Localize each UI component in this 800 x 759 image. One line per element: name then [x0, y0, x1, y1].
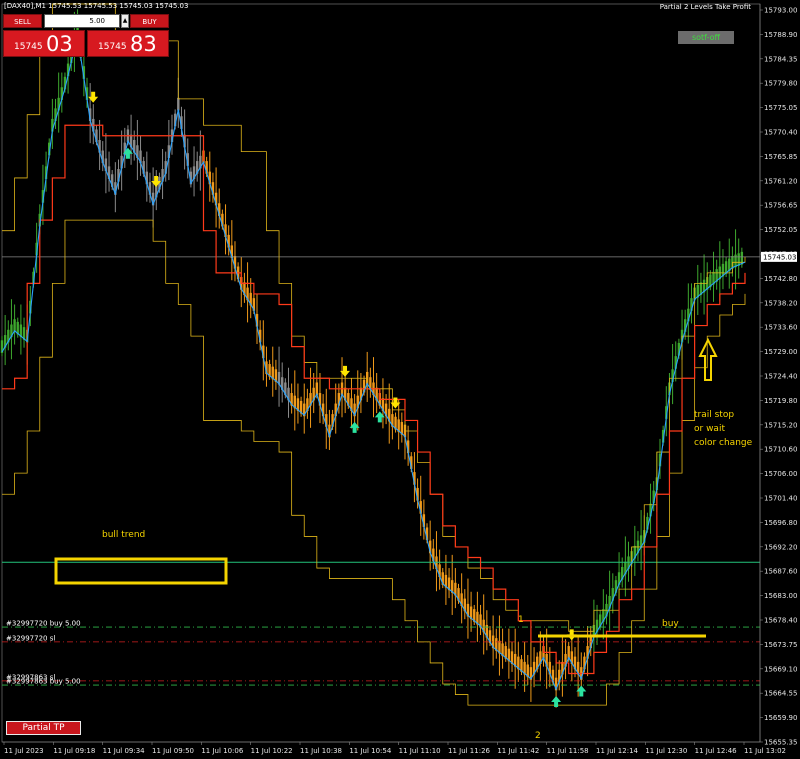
candle-body — [13, 319, 16, 332]
x-axis: 11 Jul 2023 11 Jul 09:18 11 Jul 09:34 11 Ju… — [2, 741, 786, 755]
y-tick-label: 15761.20 — [764, 177, 797, 185]
sell-price-box[interactable]: 15745 03 — [3, 30, 85, 57]
buy-price-small: 15745 — [98, 42, 127, 52]
y-tick-label: 15710.60 — [764, 446, 797, 454]
y-tick-label: 15784.35 — [764, 55, 797, 63]
marker-2-label: 2 — [535, 731, 541, 741]
y-axis: 15793.00 15788.90 15784.35 15779.80 15775.05… — [759, 4, 797, 747]
x-tick-label: 11 Jul 10:54 — [349, 747, 392, 755]
x-tick-label: 11 Jul 09:18 — [53, 747, 95, 755]
y-tick-label: 15655.35 — [764, 739, 797, 747]
buy-label: buy — [662, 619, 679, 629]
sell-price-big: 03 — [46, 32, 73, 56]
x-tick-label: 11 Jul 12:30 — [645, 747, 687, 755]
price-chart[interactable]: #32997720 buy 5.00 #32997720 sl #32997863 … — [0, 0, 800, 759]
y-tick-label: 15701.40 — [764, 495, 797, 503]
x-tick-label: 11 Jul 09:34 — [103, 747, 146, 755]
big-up-arrow-icon — [698, 337, 718, 381]
y-tick-label: 15673.75 — [764, 641, 797, 649]
y-tick-label: 15669.10 — [764, 665, 797, 673]
y-tick-label: 15664.55 — [764, 690, 797, 698]
bull-trend-label: bull trend — [102, 530, 145, 540]
sell-price-small: 15745 — [14, 42, 43, 52]
trade-line-label: #32997863 buy 5.00 — [6, 678, 81, 686]
y-tick-label: 15779.80 — [764, 80, 797, 88]
y-tick-label: 15765.85 — [764, 153, 797, 161]
y-tick-label: 15678.40 — [764, 617, 797, 625]
plot-area — [0, 3, 761, 743]
buy-button[interactable]: BUY — [130, 14, 169, 28]
lower-channel-line — [2, 219, 746, 706]
x-tick-label: 11 Jul 11:10 — [399, 747, 441, 755]
trade-line-label: #32997720 buy 5.00 — [6, 620, 81, 628]
y-tick-label: 15719.80 — [764, 397, 797, 405]
x-tick-label: 11 Jul 11:26 — [448, 747, 491, 755]
lot-increase-button[interactable]: ▲ — [121, 14, 129, 28]
y-tick-label: 15756.65 — [764, 202, 797, 210]
ea-title: Partial 2 Levels Take Profit — [659, 3, 751, 11]
current-price-tag-label: 15745.03 — [763, 253, 796, 261]
y-tick-label: 15692.20 — [764, 543, 797, 551]
y-tick-label: 15752.05 — [764, 226, 797, 234]
y-tick-label: 15659.90 — [764, 714, 797, 722]
y-tick-label: 15788.90 — [764, 31, 797, 39]
sotf-toggle-button[interactable]: sotf-off — [678, 31, 734, 44]
y-tick-label: 15715.20 — [764, 421, 797, 429]
x-tick-label: 11 Jul 09:50 — [152, 747, 194, 755]
x-tick-label: 11 Jul 12:46 — [695, 747, 738, 755]
y-tick-label: 15696.80 — [764, 519, 797, 527]
y-tick-label: 15729.00 — [764, 348, 797, 356]
x-tick-label: 11 Jul 10:22 — [251, 747, 293, 755]
buy-price-box[interactable]: 15745 83 — [87, 30, 169, 57]
y-tick-label: 15706.00 — [764, 470, 797, 478]
trail-stop-label: color change — [694, 438, 753, 448]
one-click-trading-panel: SELL ▼ 5.00 ▲ BUY 15745 03 15745 83 — [3, 14, 169, 57]
y-tick-label: 15742.80 — [764, 275, 797, 283]
trade-line-label: #32997720 sl — [6, 634, 55, 642]
y-tick-label: 15733.60 — [764, 324, 797, 332]
overlays: #32997720 buy 5.00 #32997720 sl #32997863 … — [1, 3, 760, 706]
y-tick-label: 15687.60 — [764, 568, 797, 576]
y-tick-label: 15775.05 — [764, 104, 797, 112]
y-tick-label: 15793.00 — [764, 7, 797, 15]
trail-stop-label: or wait — [694, 424, 725, 434]
x-tick-label: 11 Jul 13:02 — [744, 747, 786, 755]
x-tick-label: 11 Jul 11:58 — [547, 747, 589, 755]
lot-size-input[interactable]: 5.00 — [44, 14, 120, 28]
marker-1-label: 1 — [518, 615, 524, 625]
plot-frame — [1, 3, 761, 743]
y-tick-label: 15770.40 — [764, 129, 797, 137]
chart-title: [DAX40],M1 15745.53 15745.53 15745.03 15… — [4, 2, 189, 10]
x-tick-label: 11 Jul 2023 — [4, 747, 44, 755]
x-tick-label: 11 Jul 12:14 — [596, 747, 639, 755]
y-tick-label: 15738.20 — [764, 299, 797, 307]
sell-button[interactable]: SELL — [3, 14, 42, 28]
trail-stop-label: trail stop — [694, 410, 734, 420]
candle-body — [177, 97, 180, 111]
x-tick-label: 11 Jul 10:06 — [201, 747, 244, 755]
x-tick-label: 11 Jul 11:42 — [497, 747, 539, 755]
y-tick-label: 15724.40 — [764, 373, 797, 381]
partial-tp-button[interactable]: Partial TP — [6, 721, 81, 735]
x-tick-label: 11 Jul 10:38 — [300, 747, 342, 755]
y-tick-label: 15683.00 — [764, 592, 797, 600]
buy-price-big: 83 — [130, 32, 157, 56]
